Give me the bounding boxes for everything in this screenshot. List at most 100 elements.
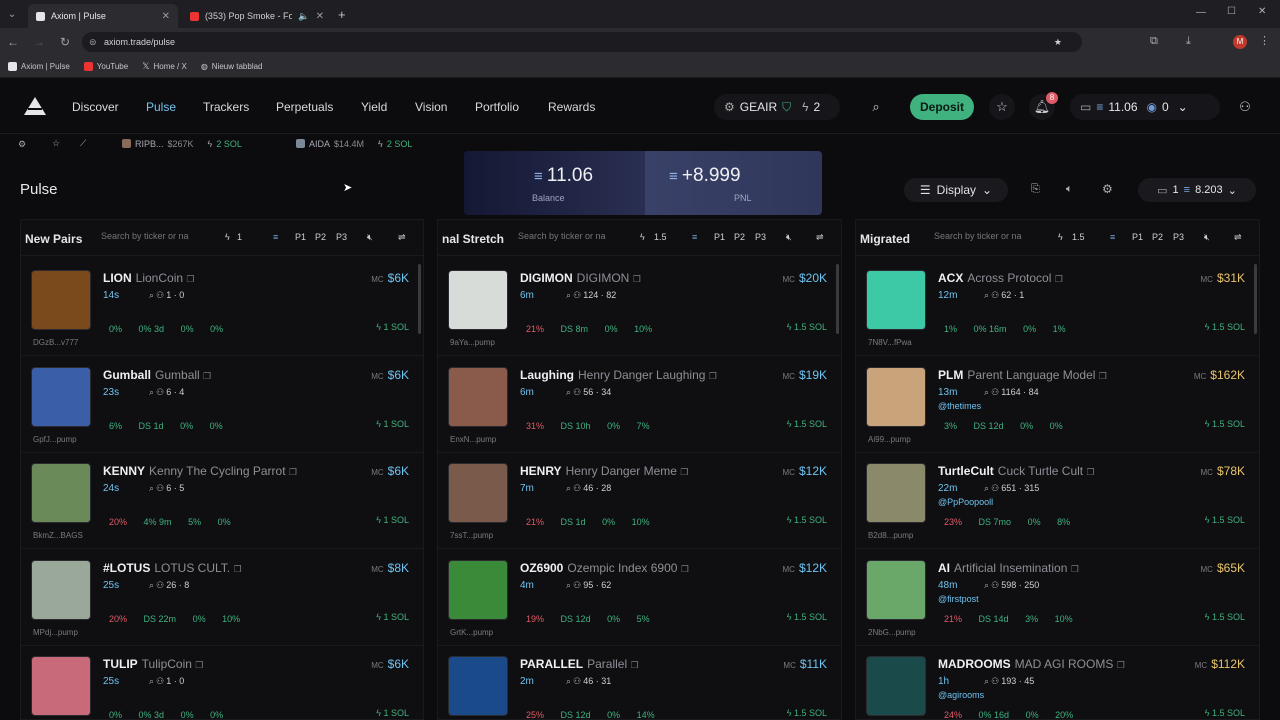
preset-p2[interactable]: P2 [315,232,326,242]
token-image[interactable] [866,656,926,716]
new-tab-icon[interactable]: + [338,7,346,22]
minimize-icon[interactable]: — [1196,7,1206,18]
copy-icon[interactable]: ❐ [1071,564,1079,574]
copy-icon[interactable]: ❐ [186,274,194,284]
axiom-logo-icon[interactable] [24,97,46,115]
settings-icon[interactable]: ⚙ [18,139,26,150]
token-address[interactable]: Ai99...pump [868,435,911,444]
star-icon[interactable]: ☆ [52,138,60,149]
quick-buy-button[interactable]: ϟ 1 SOL [376,515,409,525]
mute-icon[interactable]: 🔇︎ [367,232,373,243]
nav-yield[interactable]: Yield [361,100,387,114]
copy-icon[interactable]: ❐ [633,274,641,284]
token-address[interactable]: GrtK...pump [450,628,493,637]
url-field[interactable]: ⊜ axiom.trade/pulse ★ [82,32,1082,52]
quick-buy-button[interactable]: ϟ 1.5 SOL [1205,419,1245,429]
nav-trackers[interactable]: Trackers [203,100,249,114]
token-address[interactable]: GpfJ...pump [33,435,77,444]
ticker-item[interactable]: AIDA $14.4M ϟ 2 SOL [296,139,412,149]
search-icon[interactable]: ⌕ [566,580,574,590]
wallet-pill[interactable]: ▭ ≡ 11.06 ◉ 0 ⌄ [1070,94,1220,120]
copy-icon[interactable]: ❐ [680,467,688,477]
token-address[interactable]: EnxN...pump [450,435,496,444]
token-row[interactable]: 9aYa...pump DIGIMON DIGIMON ❐ 6m ⌕ ⚇ 124 … [438,260,841,356]
search-icon[interactable]: ⌕ [149,387,157,397]
token-image[interactable] [448,366,508,427]
copy-icon[interactable]: ❐ [289,467,297,477]
quick-buy-button[interactable]: ϟ 1.5 SOL [1205,515,1245,525]
token-image[interactable] [448,270,508,330]
quick-buy-amount[interactable]: 1.5 [654,232,667,242]
token-row[interactable]: TULIP TulipCoin ❐ 25s ⌕ ⚇ 1 · 0 0% 0% 3d … [21,646,423,719]
search-icon[interactable]: ⌕ [566,290,574,300]
token-address[interactable]: 7ssT...pump [450,531,493,540]
bookmark-youtube[interactable]: YouTube [83,62,128,71]
token-row[interactable]: 7N8V...fPwa ACX Across Protocol ❐ 12m ⌕ ⚇… [856,260,1259,356]
token-image[interactable] [448,463,508,523]
search-icon[interactable]: ⌕ [863,94,889,120]
browser-tab-youtube[interactable]: (353) Pop Smoke - For The 🔈 ✕ [182,4,332,28]
copy-icon[interactable]: ❐ [681,564,689,574]
quick-buy-button[interactable]: ϟ 1.5 SOL [787,708,827,718]
token-row[interactable]: Ai99...pump PLM Parent Language Model ❐ 1… [856,357,1259,453]
bookmark-axiom[interactable]: Axiom | Pulse [8,62,70,71]
profile-avatar[interactable]: M [1233,35,1247,49]
copy-icon[interactable]: ❐ [1086,467,1094,477]
token-image[interactable] [31,366,91,427]
token-row[interactable]: GrtK...pump OZ6900 Ozempic Index 6900 ❐ 4… [438,550,841,646]
bookmark-star-icon[interactable]: ★ [1054,32,1062,52]
speaker-icon[interactable]: 🔈 [298,11,309,22]
quick-buy-button[interactable]: ϟ 1.5 SOL [1205,708,1245,718]
mute-icon[interactable]: 🔇︎ [786,232,792,243]
preset-p1[interactable]: P1 [714,232,725,242]
search-input[interactable] [934,231,1042,241]
volume-icon[interactable]: 🔈︎ [1066,183,1073,196]
token-address[interactable]: 9aYa...pump [450,338,495,347]
search-icon[interactable]: ⌕ [149,580,157,590]
token-image[interactable] [448,656,508,716]
search-icon[interactable]: ⌕ [149,290,157,300]
quick-buy-button[interactable]: ϟ 1 SOL [376,708,409,718]
chart-icon[interactable]: ⟋ [80,138,86,149]
copy-icon[interactable]: ❐ [1055,274,1063,284]
star-icon[interactable]: ☆ [989,94,1015,120]
filter-icon[interactable]: ⇌ [816,232,824,243]
quick-buy-button[interactable]: ϟ 1 SOL [376,419,409,429]
token-image[interactable] [31,270,91,330]
token-image[interactable] [866,366,926,427]
download-icon[interactable]: ⤓ [1186,35,1191,48]
nav-discover[interactable]: Discover [72,100,119,114]
token-row[interactable]: PARALLEL Parallel ❐ 2m ⌕ ⚇ 46 · 31 25% DS… [438,646,841,719]
quick-buy-button[interactable]: ϟ 1.5 SOL [1205,612,1245,622]
search-icon[interactable]: ⌕ [566,483,574,493]
browser-tab-axiom[interactable]: Axiom | Pulse ✕ [28,4,178,28]
token-row[interactable]: BkmZ...BAGS KENNY Kenny The Cycling Parro… [21,453,423,549]
token-address[interactable]: 2NbG...pump [868,628,916,637]
search-icon[interactable]: ⌕ [984,483,992,493]
nav-pulse[interactable]: Pulse [146,100,176,114]
search-input[interactable] [518,231,626,241]
token-row[interactable]: B2d8...pump TurtleCult Cuck Turtle Cult ❐… [856,453,1259,549]
nav-vision[interactable]: Vision [415,100,447,114]
deposit-button[interactable]: Deposit [910,94,975,120]
extensions-icon[interactable]: ⧉ [1150,35,1158,48]
bookmark-icon[interactable]: ⎘ [1031,183,1040,196]
token-row[interactable]: GpfJ...pump Gumball Gumball ❐ 23s ⌕ ⚇ 6 ·… [21,357,423,453]
quick-buy-button[interactable]: ϟ 1.5 SOL [787,322,827,332]
token-image[interactable] [31,656,91,716]
user-icon[interactable]: ⚇ [1232,94,1258,120]
search-icon[interactable]: ⌕ [566,676,574,686]
copy-icon[interactable]: ❐ [195,660,203,670]
token-row[interactable]: 7ssT...pump HENRY Henry Danger Meme ❐ 7m … [438,453,841,549]
token-row[interactable]: MPdj...pump #LOTUS LOTUS CULT. ❐ 25s ⌕ ⚇ … [21,550,423,646]
token-address[interactable]: B2d8...pump [868,531,913,540]
quick-buy-button[interactable]: ϟ 1 SOL [376,612,409,622]
search-icon[interactable]: ⌕ [566,387,574,397]
filter-icon[interactable]: ⇌ [1234,232,1242,243]
social-handle[interactable]: @PpPoopooll [938,497,993,507]
nav-portfolio[interactable]: Portfolio [475,100,519,114]
token-image[interactable] [866,270,926,330]
close-icon[interactable]: ✕ [162,11,170,22]
wallet-selector[interactable]: ▭ 1 ≡ 8.203 ⌄ [1138,178,1256,202]
back-icon[interactable]: ← [0,35,26,49]
